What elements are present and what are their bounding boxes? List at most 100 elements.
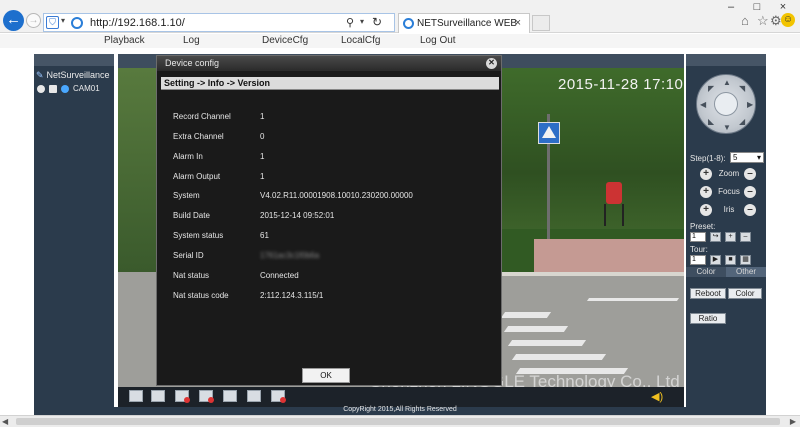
preset-add-icon[interactable]: + <box>725 232 736 242</box>
tab-netsurveillance[interactable]: NETSurveillance WEB × <box>398 13 530 33</box>
arrow-up-left-icon[interactable]: ◤ <box>708 84 714 93</box>
close-icon[interactable]: ✕ <box>486 58 497 69</box>
chevron-down-icon: ▾ <box>756 153 761 162</box>
record-icon[interactable] <box>271 390 286 403</box>
menu-log[interactable]: Log <box>183 35 200 46</box>
search-icon[interactable]: ⚲ <box>346 16 354 29</box>
scrollbar-thumb[interactable] <box>16 418 780 425</box>
info-row: Alarm In 1 <box>173 152 493 172</box>
forward-arrow-icon[interactable]: → <box>26 13 41 28</box>
tab-other[interactable]: Other <box>726 267 766 277</box>
tab-color[interactable]: Color <box>686 267 726 277</box>
zoom-out-button[interactable]: – <box>744 168 756 180</box>
record-icon[interactable] <box>37 84 45 93</box>
info-label: Nat status <box>173 270 210 280</box>
chevron-down-icon[interactable]: ▾ <box>360 17 364 26</box>
tab-label: NETSurveillance WEB <box>417 18 518 29</box>
iris-close-button[interactable]: – <box>744 204 756 216</box>
camera-item-cam01[interactable]: CAM01 <box>37 84 100 93</box>
preset-remove-icon[interactable]: – <box>740 232 751 242</box>
menu-local-cfg[interactable]: LocalCfg <box>341 35 380 46</box>
ratio-button[interactable]: Ratio <box>690 313 726 324</box>
back-arrow-icon[interactable]: ← <box>3 10 24 31</box>
snapshot-icon[interactable] <box>223 390 237 402</box>
focus-in-button[interactable]: + <box>700 186 712 198</box>
tour-stop-icon[interactable]: ■ <box>725 255 736 265</box>
step-label: Step(1-8): <box>690 154 726 163</box>
compatibility-shield-icon[interactable]: ⛉ <box>46 16 59 29</box>
tab-close-icon[interactable]: × <box>515 17 521 29</box>
right-tabs: Color Other <box>686 267 766 277</box>
intercom-icon[interactable] <box>247 390 261 402</box>
camera-label: CAM01 <box>73 84 100 93</box>
reboot-button[interactable]: Reboot <box>690 288 726 299</box>
arrow-right-icon[interactable]: ▶ <box>747 100 753 109</box>
color-button[interactable]: Color <box>728 288 762 299</box>
focus-out-button[interactable]: – <box>744 186 756 198</box>
address-bar[interactable]: ⛉ ▾ http://192.168.1.10/ ⚲ ▾ ↻ <box>43 13 395 32</box>
menu-playback[interactable]: Playback <box>104 35 145 46</box>
gear-icon[interactable]: ⚙ <box>770 13 782 29</box>
volume-icon[interactable]: ◀) <box>651 390 663 403</box>
arrow-up-icon[interactable]: ▲ <box>723 78 731 87</box>
panel-header <box>34 54 114 66</box>
window-close-button[interactable]: × <box>772 0 794 14</box>
refresh-icon[interactable]: ↻ <box>372 15 382 29</box>
arrow-down-right-icon[interactable]: ◢ <box>739 117 745 126</box>
info-row: Nat status code 2:112.124.3.115/1 <box>173 291 493 311</box>
menu-log-out[interactable]: Log Out <box>420 35 456 46</box>
ptz-center-button[interactable] <box>714 92 738 116</box>
app-menubar: Playback Log DeviceCfg LocalCfg Log Out <box>0 34 800 48</box>
menu-device-cfg[interactable]: DeviceCfg <box>262 35 308 46</box>
play-icon[interactable] <box>49 84 57 93</box>
fullscreen-icon[interactable] <box>129 390 143 402</box>
video-scene-trees <box>118 68 158 273</box>
arrow-down-left-icon[interactable]: ◣ <box>708 117 714 126</box>
horizontal-scrollbar[interactable]: ◀ ▶ <box>0 415 800 427</box>
stop-all-icon[interactable] <box>199 390 214 403</box>
zoom-label: Zoom <box>718 169 740 178</box>
scroll-left-icon[interactable]: ◀ <box>2 417 8 426</box>
arrow-left-icon[interactable]: ◀ <box>700 100 706 109</box>
chevron-down-icon[interactable]: ▾ <box>61 16 69 25</box>
info-label: System status <box>173 231 224 241</box>
browser-toolbar: ← → ⛉ ▾ http://192.168.1.10/ ⚲ ▾ ↻ NETSu… <box>0 0 800 33</box>
arrow-up-right-icon[interactable]: ◥ <box>739 84 745 93</box>
device-icon: ✎ <box>36 70 44 80</box>
info-row: System status 61 <box>173 231 493 251</box>
single-view-icon[interactable] <box>151 390 165 402</box>
tour-play-icon[interactable]: ▶ <box>710 255 721 265</box>
step-select[interactable]: 5 ▾ <box>730 152 764 163</box>
smiley-icon[interactable]: ☺ <box>781 13 795 27</box>
record-settings-icon[interactable] <box>175 390 190 403</box>
address-text[interactable]: http://192.168.1.10/ <box>90 17 185 29</box>
tour-input[interactable]: 1 <box>690 255 706 265</box>
scroll-right-icon[interactable]: ▶ <box>790 417 796 426</box>
device-config-dialog: Device config ✕ Setting -> Info -> Versi… <box>156 55 502 386</box>
breadcrumb-text: Setting -> Info -> Version <box>164 78 271 88</box>
iris-open-button[interactable]: + <box>700 204 712 216</box>
info-value: V4.02.R11.00001908.10010.230200.00000 <box>260 191 413 201</box>
maximize-button[interactable]: □ <box>746 0 768 14</box>
minimize-button[interactable]: – <box>720 0 742 14</box>
device-tree-root[interactable]: ✎ NetSurveillance <box>36 70 110 80</box>
home-icon[interactable]: ⌂ <box>741 13 749 28</box>
dialog-titlebar[interactable]: Device config ✕ <box>157 56 501 71</box>
star-icon[interactable]: ☆ <box>757 13 769 29</box>
preset-input[interactable]: 1 <box>690 232 706 242</box>
panel-header <box>686 54 766 66</box>
arrow-down-icon[interactable]: ▼ <box>723 123 731 132</box>
crosswalk-stripe <box>511 354 607 360</box>
info-label: Nat status code <box>173 290 229 300</box>
new-tab-button[interactable] <box>532 15 550 31</box>
info-value: 1 <box>260 171 265 181</box>
info-value: 1 <box>260 112 265 121</box>
video-timestamp: 2015-11-28 17:10 <box>558 76 684 93</box>
zoom-in-button[interactable]: + <box>700 168 712 180</box>
ok-button[interactable]: OK <box>302 368 350 383</box>
tour-grid-icon[interactable]: ▦ <box>740 255 751 265</box>
road-line <box>586 298 680 301</box>
preset-goto-icon[interactable]: ↪ <box>710 232 721 242</box>
crosswalk-sign-symbol <box>542 126 556 138</box>
camera-icon <box>61 84 69 93</box>
